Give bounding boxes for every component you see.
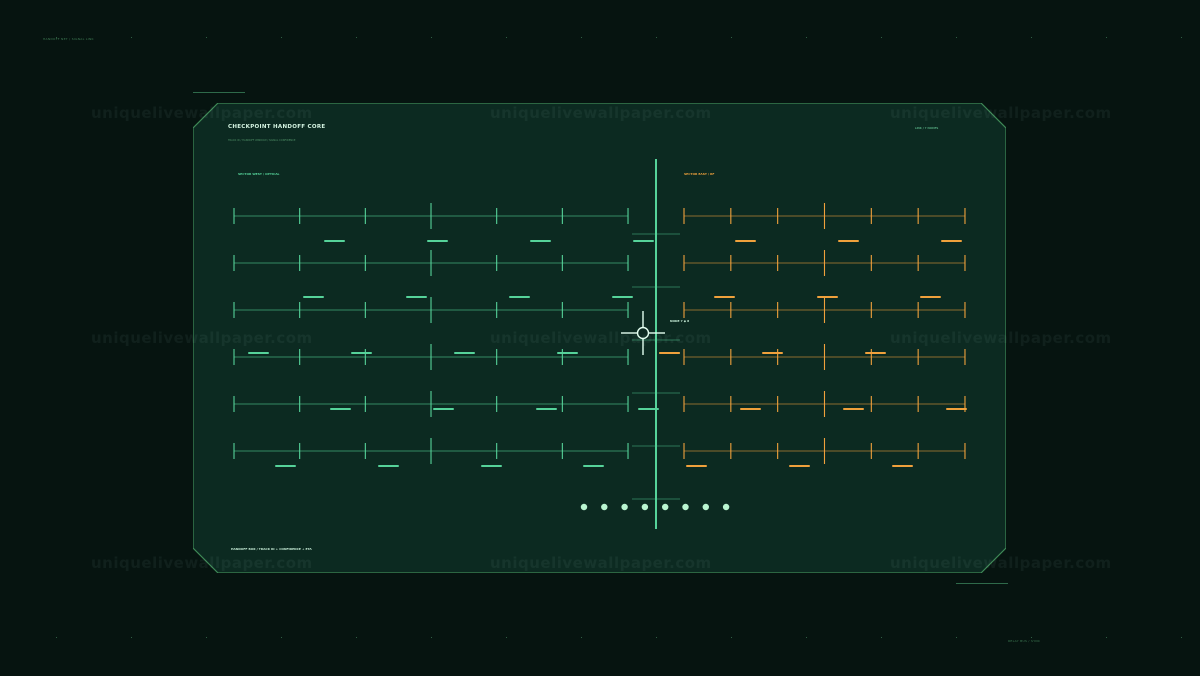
tick-dot — [1031, 637, 1032, 638]
node-dot — [641, 503, 649, 511]
node-dot — [580, 503, 588, 511]
tick-dot — [506, 37, 507, 38]
watermark: uniquelivewallpaper.com — [91, 104, 313, 122]
tick-dot — [806, 637, 807, 638]
tick-dot — [956, 37, 957, 38]
tick-dot — [506, 637, 507, 638]
tick-dot — [1031, 37, 1032, 38]
node-dot — [601, 503, 608, 511]
tick-dot — [131, 37, 132, 38]
tick-dot — [56, 37, 57, 38]
bottom-tick-row — [0, 637, 1200, 639]
node-dot — [621, 503, 628, 511]
tick-dot — [1181, 637, 1182, 638]
tick-dot — [806, 37, 807, 38]
link-status: LINK / 7 NODES — [915, 126, 939, 130]
tick-dot — [731, 637, 732, 638]
node-dot — [662, 503, 669, 511]
tick-dot — [281, 37, 282, 38]
node-dot — [722, 503, 730, 511]
bottom-right-label: RELAY BUS / SYNC — [1008, 639, 1041, 643]
tick-dot — [281, 637, 282, 638]
tick-dot — [656, 637, 657, 638]
watermark: uniquelivewallpaper.com — [490, 104, 712, 122]
tick-dot — [956, 637, 957, 638]
node-dot — [702, 503, 709, 511]
watermark: uniquelivewallpaper.com — [890, 104, 1112, 122]
tick-dot — [1181, 37, 1182, 38]
tick-dot — [881, 637, 882, 638]
watermark: uniquelivewallpaper.com — [91, 554, 313, 572]
tick-dot — [431, 637, 432, 638]
tick-dot — [581, 637, 582, 638]
panel-title: CHECKPOINT HANDOFF CORE — [228, 124, 326, 130]
panel-subtitle: TRACK ID / HANDOFF WINDOW / SIGNAL CONFI… — [228, 139, 296, 142]
tick-dot — [431, 37, 432, 38]
watermark: uniquelivewallpaper.com — [890, 329, 1112, 347]
tick-dot — [731, 37, 732, 38]
tick-dot — [581, 37, 582, 38]
tick-dot — [1106, 37, 1107, 38]
watermark: uniquelivewallpaper.com — [490, 554, 712, 572]
node-dot — [682, 503, 689, 511]
panel-accent-line-top — [193, 92, 245, 93]
tick-dot — [1106, 637, 1107, 638]
watermark: uniquelivewallpaper.com — [490, 329, 712, 347]
tick-dot — [206, 37, 207, 38]
tick-dot — [656, 37, 657, 38]
panel-accent-line-bottom — [956, 583, 1008, 584]
sector-east-label: SECTOR EAST / RF — [684, 172, 715, 176]
panel-footer: HANDOFF BOX / TRACK ID + CONFIDENCE + ET… — [231, 547, 312, 551]
top-tick-row — [0, 37, 1200, 39]
tick-dot — [356, 37, 357, 38]
watermark: uniquelivewallpaper.com — [890, 554, 1112, 572]
sector-west-label: SECTOR WEST / OPTICAL — [238, 172, 280, 176]
watermark: uniquelivewallpaper.com — [91, 329, 313, 347]
tick-dot — [56, 637, 57, 638]
tick-dot — [131, 637, 132, 638]
tick-dot — [356, 637, 357, 638]
tick-dot — [206, 637, 207, 638]
tick-dot — [881, 37, 882, 38]
crosshair-readout: NODE 7 ◆ 8 — [670, 319, 690, 323]
